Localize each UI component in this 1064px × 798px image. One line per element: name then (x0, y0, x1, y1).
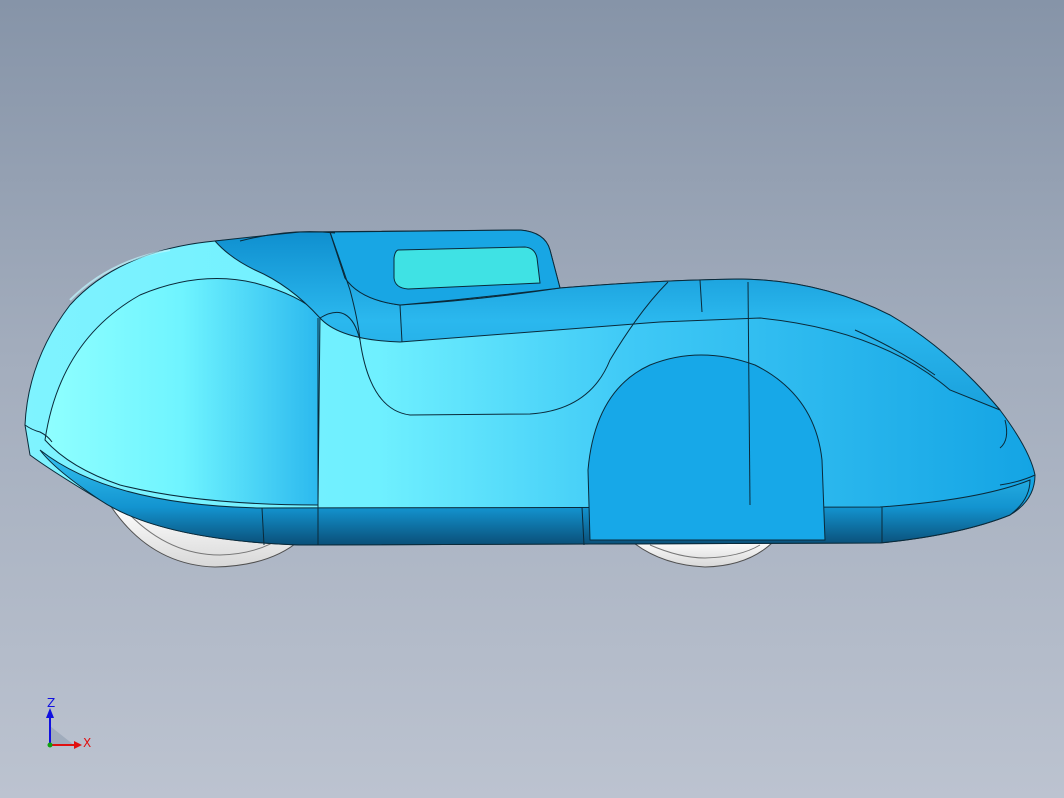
x-axis-arrow-icon (74, 741, 82, 749)
x-axis-label: X (83, 736, 91, 750)
y-axis-dot (47, 742, 53, 748)
side-window (393, 246, 541, 290)
graphics-viewport[interactable]: Z X (0, 0, 1064, 798)
axis-triad[interactable]: Z X (36, 696, 100, 760)
car-model-view[interactable] (0, 0, 1064, 798)
triad-plane (50, 726, 74, 745)
z-axis-label: Z (47, 696, 55, 710)
triad-graphic: Z X (46, 696, 91, 750)
